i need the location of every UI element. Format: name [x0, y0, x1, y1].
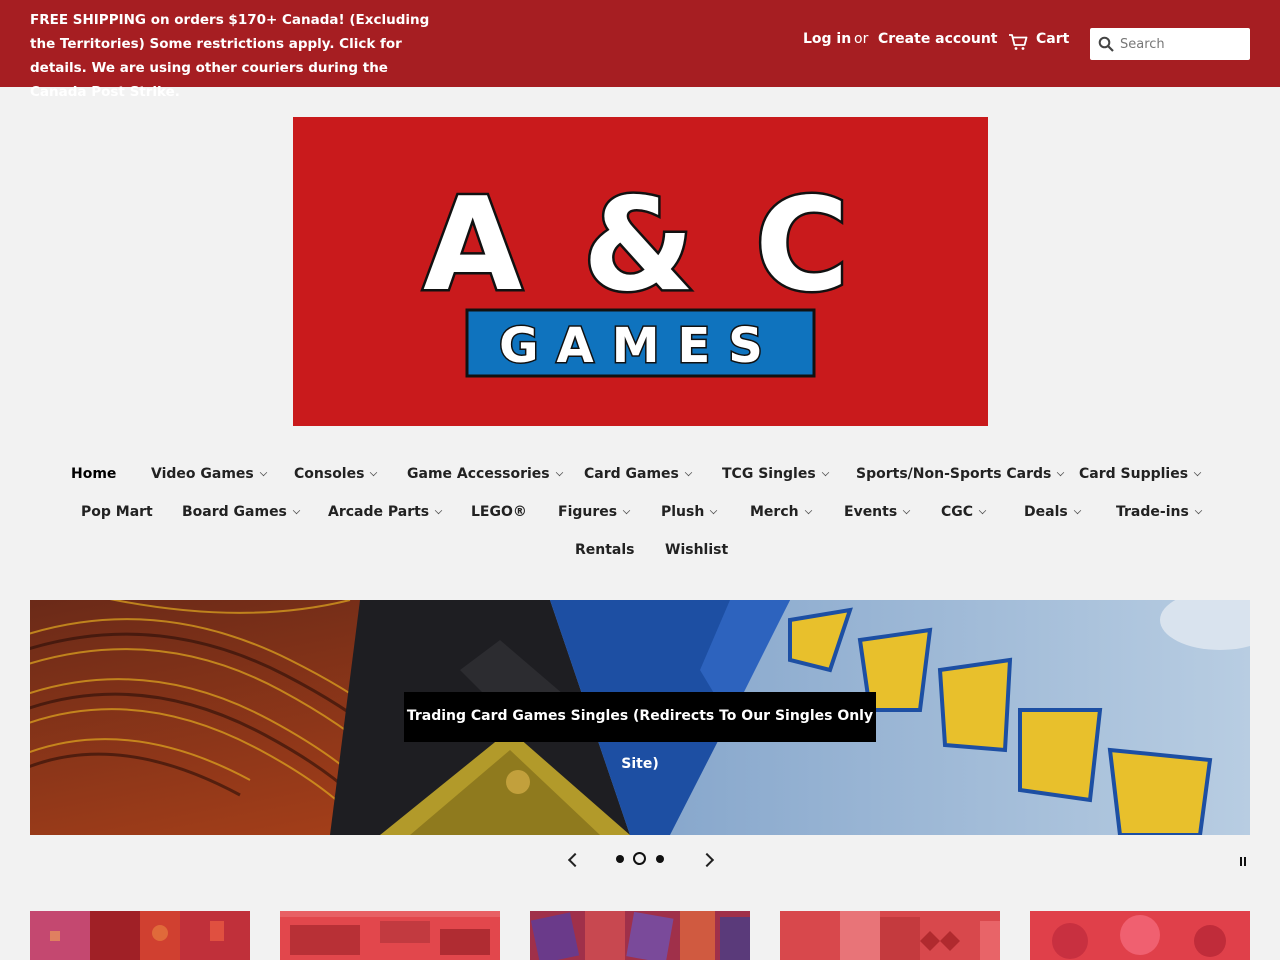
chevron-down-icon	[1073, 506, 1081, 515]
slider-pause-icon[interactable]	[1239, 857, 1247, 866]
nav-label: Plush	[661, 504, 705, 520]
chevron-down-icon	[1193, 468, 1202, 477]
store-logo[interactable]: A & C GAMES	[293, 117, 988, 426]
chevron-down-icon	[622, 506, 631, 515]
slider-dot-2[interactable]	[633, 852, 646, 865]
nav-rentals[interactable]: Rentals	[575, 536, 635, 564]
cart-link[interactable]: Cart	[1036, 31, 1069, 47]
nav-arcade-parts[interactable]: Arcade Parts	[328, 498, 443, 526]
nav-label: Merch	[750, 504, 799, 520]
nav-label: Deals	[1024, 504, 1068, 520]
slider-prev-arrow-icon[interactable]	[566, 851, 580, 867]
nav-lego[interactable]: LEGO®	[471, 498, 527, 526]
chevron-down-icon	[978, 506, 987, 515]
nav-card-games[interactable]: Card Games	[584, 460, 693, 488]
chevron-down-icon	[710, 506, 718, 515]
nav-card-supplies[interactable]: Card Supplies	[1079, 460, 1202, 488]
nav-game-accessories[interactable]: Game Accessories	[407, 460, 563, 488]
nav-label: Figures	[558, 504, 618, 520]
chevron-down-icon	[1057, 468, 1065, 477]
slider-dot-1[interactable]	[616, 855, 624, 863]
nav-row-3: Rentals Wishlist	[0, 536, 1280, 564]
chevron-down-icon	[1194, 506, 1203, 515]
nav-label: LEGO®	[471, 504, 527, 520]
nav-deals[interactable]: Deals	[1024, 498, 1081, 526]
chevron-down-icon	[684, 468, 693, 477]
nav-row-2: Pop Mart Board Games Arcade Parts LEGO® …	[0, 498, 1280, 526]
nav-consoles[interactable]: Consoles	[294, 460, 378, 488]
slider-dot-3[interactable]	[656, 855, 664, 863]
nav-home[interactable]: Home	[71, 460, 116, 488]
nav-board-games[interactable]: Board Games	[182, 498, 301, 526]
chevron-down-icon	[821, 468, 829, 477]
nav-label: Card Games	[584, 466, 679, 482]
nav-label: Video Games	[151, 466, 254, 482]
tile-image	[30, 911, 250, 960]
collection-tile-card-supplies[interactable]	[780, 911, 1000, 960]
login-link[interactable]: Log in	[803, 31, 851, 47]
tile-image	[280, 911, 500, 960]
collection-tile-consoles[interactable]	[280, 911, 500, 960]
nav-events[interactable]: Events	[844, 498, 911, 526]
nav-label: Rentals	[575, 542, 635, 558]
nav-label: Home	[71, 466, 117, 482]
nav-label: Card Supplies	[1079, 466, 1189, 482]
nav-label: Trade-ins	[1116, 504, 1189, 520]
tile-image	[780, 911, 1000, 960]
search-box[interactable]	[1090, 28, 1250, 60]
announcement-text[interactable]: FREE SHIPPING on orders $170+ Canada! (E…	[30, 8, 430, 104]
slide-caption-button[interactable]: Trading Card Games Singles (Redirects To…	[404, 692, 876, 772]
chevron-down-icon	[292, 506, 301, 515]
slider-next-arrow-icon[interactable]	[702, 851, 716, 867]
nav-plush[interactable]: Plush	[661, 498, 718, 526]
chevron-down-icon	[902, 506, 911, 515]
collection-tile-card-games[interactable]	[530, 911, 750, 960]
cart-icon[interactable]	[1008, 33, 1028, 51]
nav-label: Sports/Non-Sports Cards	[856, 466, 1052, 482]
tile-image	[1030, 911, 1250, 960]
nav-sports-cards[interactable]: Sports/Non-Sports Cards	[856, 460, 1065, 488]
nav-label: Wishlist	[665, 542, 729, 558]
nav-label: Board Games	[182, 504, 287, 520]
nav-wishlist[interactable]: Wishlist	[665, 536, 728, 564]
nav-label: Game Accessories	[407, 466, 550, 482]
nav-figures[interactable]: Figures	[558, 498, 631, 526]
search-input[interactable]	[1120, 34, 1244, 54]
nav-tcg-singles[interactable]: TCG Singles	[722, 460, 829, 488]
chevron-down-icon	[804, 506, 812, 515]
logo-bottom-text: GAMES	[499, 318, 781, 374]
collection-tile-figures[interactable]	[1030, 911, 1250, 960]
collection-tile-video-games[interactable]	[30, 911, 250, 960]
nav-video-games[interactable]: Video Games	[151, 460, 267, 488]
nav-label: Consoles	[294, 466, 365, 482]
nav-pop-mart[interactable]: Pop Mart	[81, 498, 153, 526]
nav-row-1: Home Video Games Consoles Game Accessori…	[0, 460, 1280, 488]
nav-cgc[interactable]: CGC	[941, 498, 987, 526]
nav-label: Events	[844, 504, 898, 520]
nav-label: TCG Singles	[722, 466, 816, 482]
nav-label: Pop Mart	[81, 504, 153, 520]
chevron-down-icon	[555, 468, 563, 477]
tile-image	[530, 911, 750, 960]
logo-top-text: A & C	[423, 171, 857, 320]
chevron-down-icon	[370, 468, 378, 477]
nav-label: Arcade Parts	[328, 504, 430, 520]
chevron-down-icon	[259, 468, 267, 477]
nav-label: CGC	[941, 504, 974, 520]
nav-merch[interactable]: Merch	[750, 498, 812, 526]
search-icon[interactable]	[1098, 36, 1114, 52]
logo-graphic: A & C GAMES	[421, 169, 857, 378]
or-separator: or	[854, 31, 869, 47]
chevron-down-icon	[434, 506, 443, 515]
create-account-link[interactable]: Create account	[878, 31, 997, 47]
nav-trade-ins[interactable]: Trade-ins	[1116, 498, 1203, 526]
announcement-bar: FREE SHIPPING on orders $170+ Canada! (E…	[0, 0, 1280, 100]
